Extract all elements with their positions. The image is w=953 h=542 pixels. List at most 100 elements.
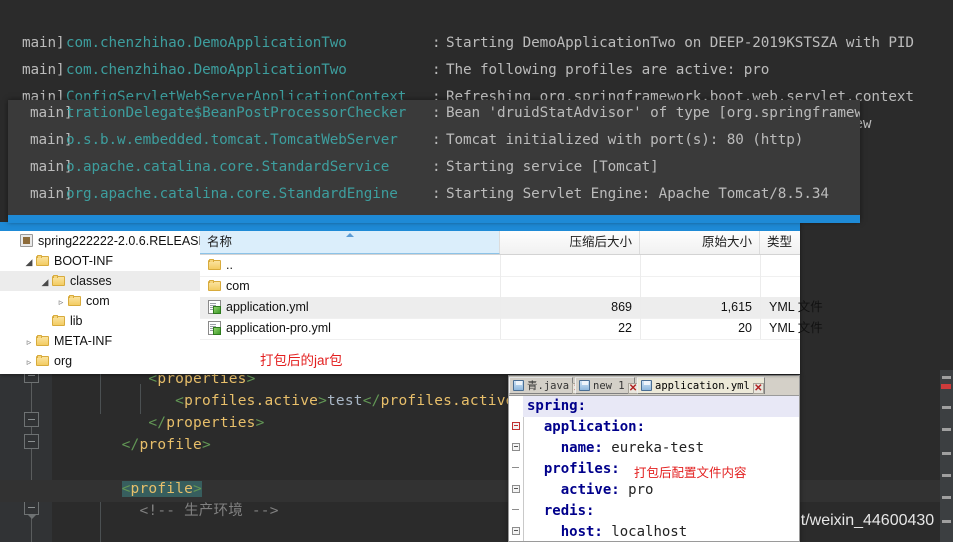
code-token: properties bbox=[166, 415, 256, 431]
original-size-cell bbox=[640, 276, 760, 297]
archive-tree-pane[interactable]: spring222222-2.0.6.RELEASE.j ◢ BOOT-INF ◢ cl… bbox=[0, 231, 201, 374]
log-separator: : bbox=[432, 105, 441, 121]
file-list-header[interactable]: 名称 压缩后大小 原始大小 类型 bbox=[200, 231, 800, 255]
twisty-collapsed-icon[interactable]: ▹ bbox=[54, 292, 68, 312]
table-row[interactable]: application-pro.yml 22 20 YML 文件 bbox=[200, 318, 823, 340]
log-thread: main] bbox=[22, 62, 65, 78]
code-token: > bbox=[193, 481, 202, 497]
scroll-marker bbox=[942, 452, 951, 455]
folder-icon bbox=[52, 315, 66, 327]
tree-item-label: META-INF bbox=[54, 334, 113, 348]
xml-editor-fold-gutter[interactable] bbox=[52, 370, 68, 542]
yml-key: active: bbox=[560, 482, 620, 498]
yml-tab-2[interactable]: application.yml ✕ bbox=[637, 377, 765, 394]
file-name-text: application.yml bbox=[226, 300, 309, 314]
yml-key: redis: bbox=[543, 503, 595, 519]
code-line: <!-- 生产环境 --> bbox=[68, 500, 279, 522]
archive-explorer-window[interactable]: spring222222-2.0.6.RELEASE.j ◢ BOOT-INF ◢ cl… bbox=[0, 222, 823, 374]
code-line: name: eureka-test bbox=[527, 438, 704, 459]
column-header-original-size[interactable]: 原始大小 bbox=[640, 231, 760, 254]
packed-size-cell: 22 bbox=[500, 318, 640, 339]
tree-row[interactable]: ▹ org bbox=[0, 351, 200, 371]
log-logger-name: com.chenzhihao.DemoApplicationTwo bbox=[66, 35, 347, 51]
folder-icon bbox=[36, 335, 50, 347]
code-token: profile bbox=[139, 437, 202, 453]
file-name-cell: application.yml bbox=[208, 297, 309, 318]
log-message: The following profiles are active: pro bbox=[446, 62, 770, 78]
fold-marker-icon[interactable] bbox=[512, 422, 520, 430]
tree-item-label: org bbox=[54, 354, 73, 368]
table-row[interactable]: .. bbox=[200, 255, 800, 277]
fold-marker-icon[interactable] bbox=[24, 500, 39, 519]
table-row[interactable]: com bbox=[200, 276, 800, 298]
code-token: > bbox=[201, 437, 211, 453]
tree-row[interactable]: ▹ com bbox=[0, 291, 200, 311]
twisty-expanded-icon[interactable]: ◢ bbox=[38, 272, 52, 292]
table-row[interactable]: application.yml 869 1,615 YML 文件 bbox=[200, 297, 823, 319]
xml-editor-gutter[interactable] bbox=[0, 370, 52, 542]
scroll-marker bbox=[942, 428, 951, 431]
code-line: spring: bbox=[527, 396, 586, 417]
column-header-packed-size[interactable]: 压缩后大小 bbox=[500, 231, 640, 254]
console-log-front[interactable]: main] trationDelegate$BeanPostProcessorCh… bbox=[8, 100, 860, 222]
code-token: > bbox=[255, 415, 265, 431]
console-front-accent-bar bbox=[8, 215, 860, 223]
column-label: 类型 bbox=[767, 235, 793, 249]
log-message: Starting Servlet Engine: Apache Tomcat/8… bbox=[446, 186, 829, 202]
code-line: application: bbox=[527, 417, 645, 438]
yml-key: application: bbox=[543, 419, 646, 435]
code-line: <profile> bbox=[68, 478, 202, 500]
log-thread: main] bbox=[22, 35, 65, 51]
code-line: host: localhost bbox=[527, 522, 687, 541]
yml-editor-gutter[interactable] bbox=[509, 396, 524, 541]
log-separator: : bbox=[432, 62, 441, 78]
code-token: < bbox=[121, 481, 131, 497]
code-token: </ bbox=[121, 437, 140, 453]
tree-row[interactable]: spring222222-2.0.6.RELEASE.j bbox=[0, 231, 200, 251]
original-size-cell: 20 bbox=[640, 318, 760, 339]
code-tokens: </properties> bbox=[148, 415, 264, 431]
tree-row[interactable]: ◢ BOOT-INF bbox=[0, 251, 200, 271]
fold-marker-icon[interactable] bbox=[512, 443, 520, 451]
scroll-marker bbox=[942, 406, 951, 409]
code-token: > bbox=[318, 393, 327, 409]
tree-row[interactable]: lib bbox=[0, 311, 200, 331]
tree-row[interactable]: ◢ classes bbox=[0, 271, 200, 291]
fold-marker-icon[interactable] bbox=[24, 434, 39, 449]
fold-marker-icon[interactable] bbox=[512, 527, 520, 535]
log-logger-name: o.s.b.w.embedded.tomcat.TomcatWebServer bbox=[66, 132, 398, 148]
yml-tab-0[interactable]: 青.java✕ bbox=[509, 377, 584, 394]
fold-spacer-icon bbox=[512, 464, 520, 472]
scroll-marker bbox=[942, 376, 951, 379]
tree-row[interactable]: ▹ META-INF bbox=[0, 331, 200, 351]
code-line: </profile> bbox=[68, 434, 211, 456]
yml-tab-label: new 1 bbox=[593, 380, 625, 392]
yml-tab-1[interactable]: new 1 ✕ bbox=[575, 377, 639, 394]
fold-marker-icon[interactable] bbox=[24, 412, 39, 427]
log-logger-name: o.apache.catalina.core.StandardService bbox=[66, 159, 390, 175]
close-icon[interactable]: ✕ bbox=[752, 383, 764, 394]
yml-editor-tabbar[interactable]: 青.java✕new 1✕application.yml✕ bbox=[509, 376, 799, 396]
scroll-marker-error bbox=[941, 384, 951, 389]
column-header-type[interactable]: 类型 bbox=[760, 231, 890, 254]
annotation-jar-package: 打包后的jar包 bbox=[260, 353, 343, 368]
log-message: Starting DemoApplicationTwo on DEEP-2019… bbox=[446, 35, 914, 51]
twisty-collapsed-icon[interactable]: ▹ bbox=[22, 332, 36, 352]
fold-spacer-icon bbox=[512, 506, 520, 514]
code-line: redis: bbox=[527, 501, 595, 522]
watermark-dark: https://blog.csdn.net/weixin_44600430 bbox=[800, 505, 953, 542]
jar-icon bbox=[20, 234, 33, 247]
tree-item-label: classes bbox=[70, 274, 112, 288]
log-logger-name: org.apache.catalina.core.StandardEngine bbox=[66, 186, 398, 202]
code-line: <profiles.active>test</profiles.active> bbox=[68, 390, 524, 412]
folder-icon bbox=[36, 255, 50, 267]
file-name-text: com bbox=[226, 279, 250, 293]
twisty-collapsed-icon[interactable]: ▹ bbox=[22, 352, 36, 372]
fold-marker-icon[interactable] bbox=[512, 485, 520, 493]
twisty-expanded-icon[interactable]: ◢ bbox=[22, 252, 36, 272]
yml-editor-window[interactable]: 青.java✕new 1✕application.yml✕ spring: ap… bbox=[508, 375, 800, 542]
column-header-name[interactable]: 名称 bbox=[200, 231, 500, 254]
column-label: 原始大小 bbox=[701, 235, 752, 249]
folder-icon bbox=[68, 295, 82, 307]
